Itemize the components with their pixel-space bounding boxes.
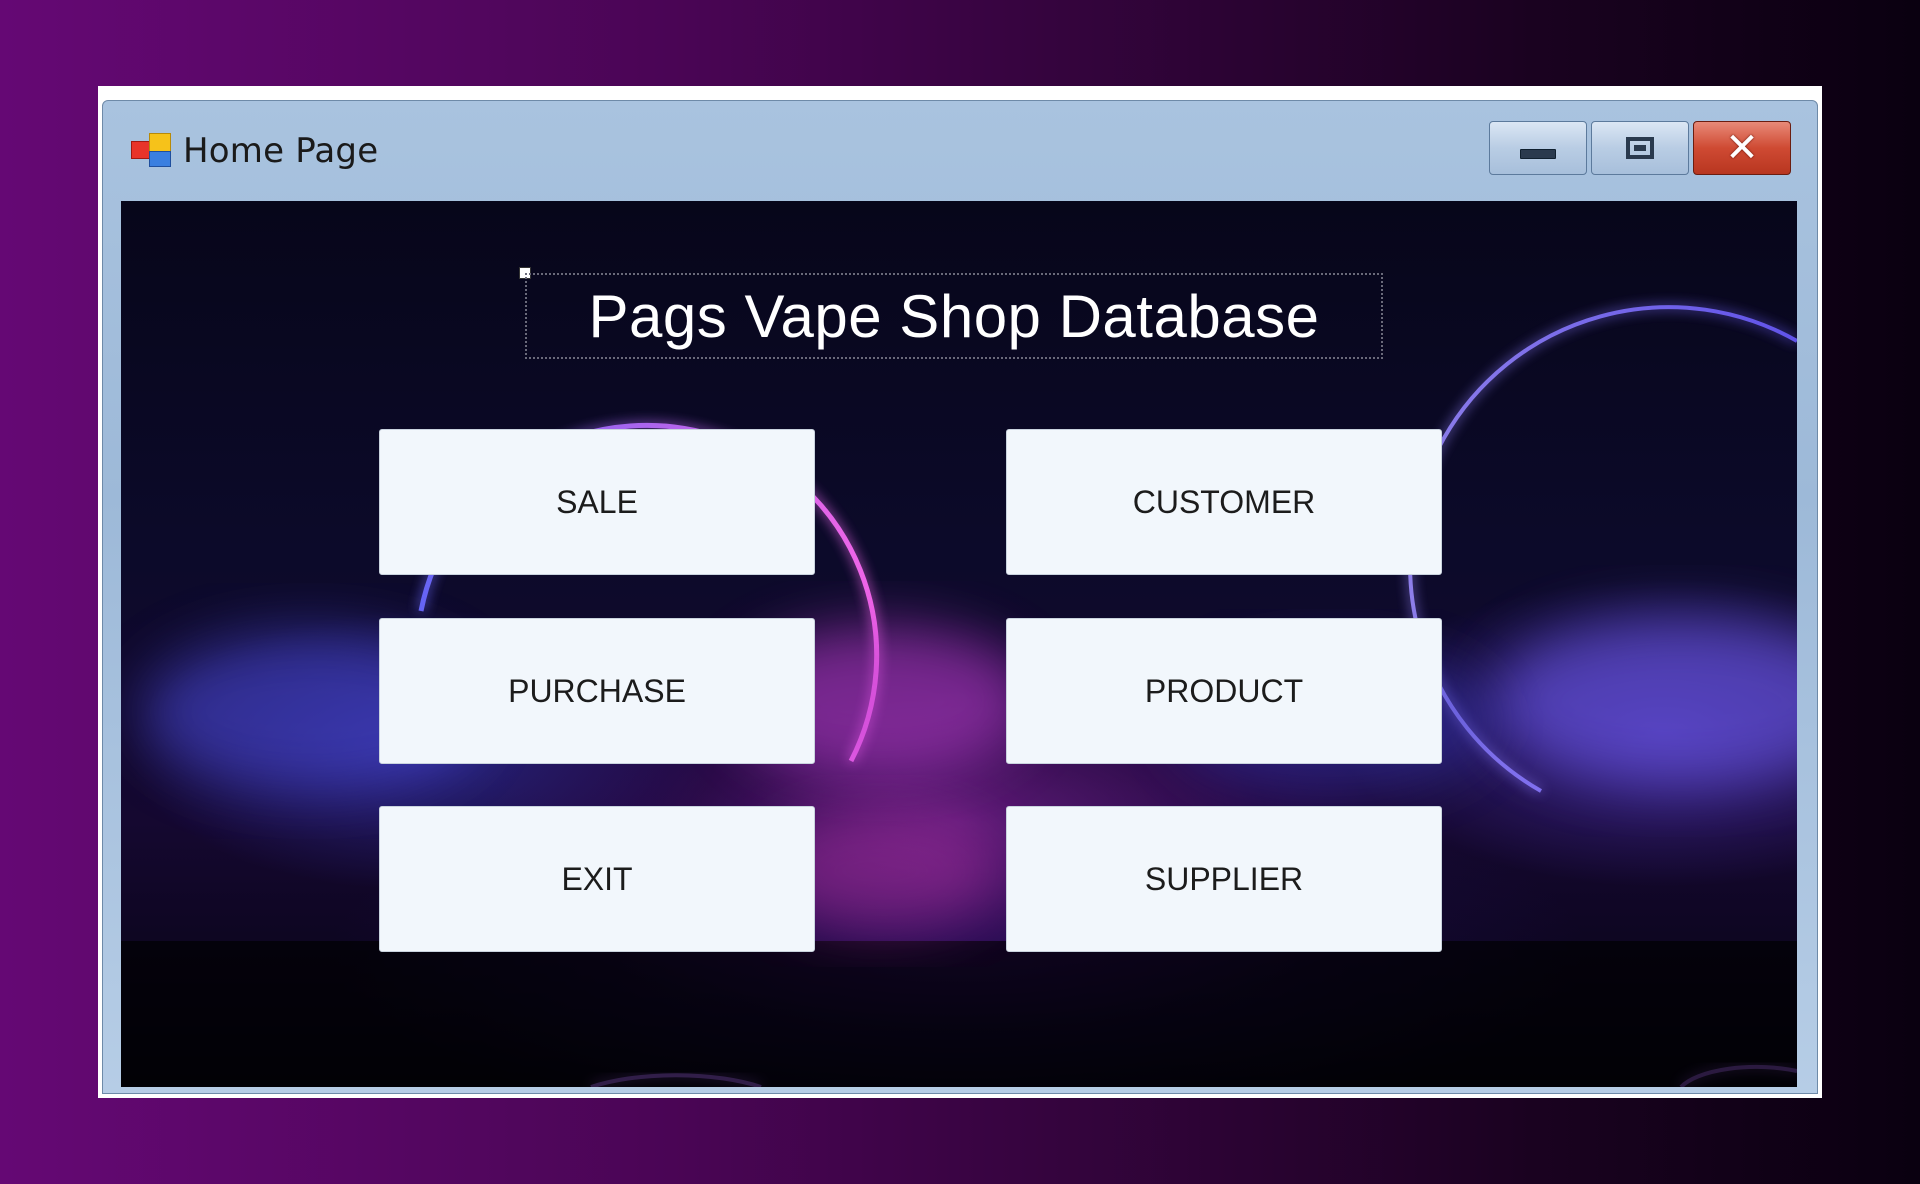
close-button[interactable]: ✕: [1693, 121, 1791, 175]
application-window: Home Page ✕ Pags Vape Shop Database SALE…: [98, 86, 1822, 1098]
supplier-button[interactable]: SUPPLIER: [1006, 806, 1442, 952]
minimize-icon: [1520, 149, 1556, 159]
window-title: Home Page: [183, 131, 379, 171]
title-bar[interactable]: Home Page ✕: [103, 101, 1817, 187]
exit-button[interactable]: EXIT: [379, 806, 815, 952]
minimize-button[interactable]: [1489, 121, 1587, 175]
form-client-area: Pags Vape Shop Database SALE CUSTOMER PU…: [121, 201, 1797, 1087]
close-icon: ✕: [1725, 125, 1759, 171]
product-button[interactable]: PRODUCT: [1006, 618, 1442, 764]
page-title: Pags Vape Shop Database: [588, 282, 1320, 350]
window-frame: Home Page ✕ Pags Vape Shop Database SALE…: [102, 100, 1818, 1094]
app-icon: [131, 133, 171, 167]
title-label-box: Pags Vape Shop Database: [525, 273, 1383, 359]
maximize-button[interactable]: [1591, 121, 1689, 175]
purchase-button[interactable]: PURCHASE: [379, 618, 815, 764]
maximize-icon: [1626, 137, 1654, 159]
customer-button[interactable]: CUSTOMER: [1006, 429, 1442, 575]
sale-button[interactable]: SALE: [379, 429, 815, 575]
